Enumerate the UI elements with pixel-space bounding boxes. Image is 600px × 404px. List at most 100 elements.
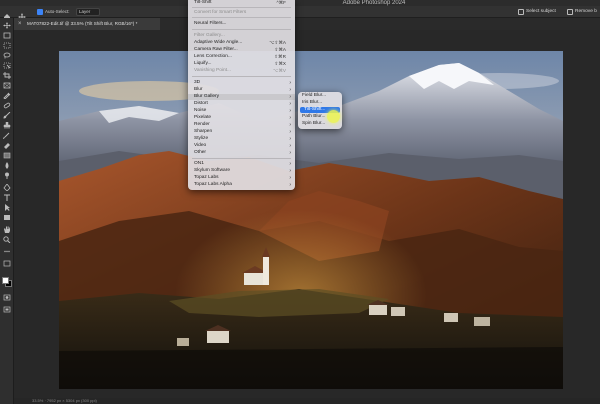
menu-item-on1[interactable]: ON1 › <box>188 161 295 167</box>
submenu-item-iris-blur[interactable]: Iris Blur... <box>298 100 342 106</box>
more-tools-icon[interactable] <box>3 248 11 255</box>
menu-item-label: Spin Blur... <box>302 121 326 126</box>
move-tool-icon[interactable] <box>18 8 26 21</box>
menu-item-neural-filters[interactable]: Neural Filters... <box>188 21 295 27</box>
menu-item-label: Tilt-Shift... <box>304 107 326 112</box>
menu-item-skylum-software[interactable]: Skylum Software › <box>188 168 295 174</box>
rectangle-tool-icon[interactable] <box>3 214 11 221</box>
eraser-tool-icon[interactable] <box>3 142 11 149</box>
menu-item-sharpen[interactable]: Sharpen › <box>188 129 295 135</box>
select-subject-label: Select subject <box>526 9 556 14</box>
crop-tool-icon[interactable] <box>3 72 11 79</box>
menu-item-label: Neural Filters... <box>194 21 227 26</box>
menu-item-topaz-labs[interactable]: Topaz Labs › <box>188 175 295 181</box>
chevron-right-icon: › <box>289 136 291 142</box>
menu-item-label: Blur <box>194 87 203 92</box>
type-tool-icon[interactable] <box>3 194 11 201</box>
menu-item-label: Lens Correction... <box>194 54 232 59</box>
menu-item-3d[interactable]: 3D › <box>188 80 295 86</box>
menu-item-label: Topaz Labs <box>194 175 219 180</box>
document-tab-title: MAT07822-Edit.tif @ 33.5% (Tilt Shift Bl… <box>27 21 138 26</box>
pen-tool-icon[interactable] <box>3 184 11 191</box>
menu-separator <box>192 7 291 8</box>
chevron-right-icon: › <box>289 80 291 86</box>
clone-stamp-tool-icon[interactable] <box>3 122 11 129</box>
menu-item-liquify[interactable]: Liquify... ⇧⌘X <box>188 61 295 67</box>
menu-item-other[interactable]: Other › <box>188 150 295 156</box>
remove-background-button[interactable]: Remove b <box>566 8 600 16</box>
menu-item-label: Filter Gallery... <box>194 33 225 38</box>
menu-item-shortcut: ⌥⌘V <box>273 68 286 73</box>
menu-item-noise[interactable]: Noise › <box>188 108 295 114</box>
chevron-right-icon: › <box>289 122 291 128</box>
menu-item-tilt-shift-last[interactable]: Tilt-Shift ^⌘F <box>188 0 295 6</box>
menu-item-camera-raw-filter[interactable]: Camera Raw Filter... ⇧⌘A <box>188 47 295 53</box>
menu-item-shortcut: ⇧⌘R <box>274 54 286 59</box>
zoom-tool-icon[interactable] <box>3 236 11 243</box>
healing-brush-tool-icon[interactable] <box>3 102 11 109</box>
menu-item-label: Topaz Labs Alpha <box>194 182 232 187</box>
menu-item-label: Liquify... <box>194 61 212 66</box>
menu-item-distort[interactable]: Distort › <box>188 101 295 107</box>
edit-toolbar-icon[interactable] <box>3 260 11 267</box>
menu-item-adaptive-wide-angle[interactable]: Adaptive Wide Angle... ⌥⇧⌘A <box>188 40 295 46</box>
close-icon[interactable]: × <box>18 18 22 30</box>
menu-item-label: Iris Blur... <box>302 100 322 105</box>
cursor-highlight <box>327 110 340 123</box>
menu-item-shortcut: ^⌘F <box>276 0 286 5</box>
menu-item-video[interactable]: Video › <box>188 143 295 149</box>
marquee-tool-icon[interactable] <box>3 42 11 49</box>
menu-item-label: Other <box>194 150 206 155</box>
menu-item-pixelate[interactable]: Pixelate › <box>188 115 295 121</box>
foreground-color-swatch[interactable] <box>2 277 9 284</box>
lasso-tool-icon[interactable] <box>3 52 11 59</box>
chevron-right-icon: › <box>289 150 291 156</box>
dodge-tool-icon[interactable] <box>3 172 11 179</box>
menu-item-label: Render <box>194 122 210 127</box>
menu-item-stylize[interactable]: Stylize › <box>188 136 295 142</box>
chevron-right-icon: › <box>289 94 291 100</box>
document-tab[interactable]: × MAT07822-Edit.tif @ 33.5% (Tilt Shift … <box>14 18 160 30</box>
blur-tool-icon[interactable] <box>3 162 11 169</box>
object-selection-tool-icon[interactable] <box>3 62 11 69</box>
document-tab-bar: × MAT07822-Edit.tif @ 33.5% (Tilt Shift … <box>14 18 600 30</box>
menu-item-shortcut: ⇧⌘A <box>274 47 286 52</box>
menu-item-label: Distort <box>194 101 208 106</box>
hand-tool-icon[interactable] <box>3 226 11 233</box>
menu-item-blur[interactable]: Blur › <box>188 87 295 93</box>
submenu-item-field-blur[interactable]: Field Blur... <box>298 93 342 99</box>
menu-item-render[interactable]: Render › <box>188 122 295 128</box>
chevron-right-icon: › <box>289 129 291 135</box>
artboard-tool-icon[interactable] <box>3 32 11 39</box>
menu-item-topaz-labs-alpha[interactable]: Topaz Labs Alpha › <box>188 182 295 188</box>
screen-mode-icon[interactable] <box>3 306 11 313</box>
menu-item-vanishing-point: Vanishing Point... ⌥⌘V <box>188 68 295 74</box>
menu-item-label: Pixelate <box>194 115 212 120</box>
menu-item-label: Convert for Smart Filters <box>194 10 247 15</box>
menu-item-label: Adaptive Wide Angle... <box>194 40 243 45</box>
select-subject-button[interactable]: Select subject <box>517 8 565 16</box>
menu-item-filter-gallery: Filter Gallery... <box>188 33 295 39</box>
filter-menu: Tilt-Shift ^⌘F Convert for Smart Filters … <box>188 0 295 190</box>
options-bar: Auto-Select: Layer Select subject Remove… <box>0 6 600 21</box>
menu-item-label: ON1 <box>194 161 204 166</box>
menu-item-lens-correction[interactable]: Lens Correction... ⇧⌘R <box>188 54 295 60</box>
menu-item-blur-gallery[interactable]: Blur Gallery › <box>188 94 295 100</box>
move-tool-icon[interactable] <box>3 22 11 29</box>
chevron-right-icon: › <box>289 168 291 174</box>
gradient-tool-icon[interactable] <box>3 152 11 159</box>
frame-tool-icon[interactable] <box>3 82 11 89</box>
menu-item-label: Field Blur... <box>302 93 326 98</box>
tools-panel <box>0 18 14 404</box>
eyedropper-tool-icon[interactable] <box>3 92 11 99</box>
quick-mask-icon[interactable] <box>3 294 11 301</box>
auto-select-checkbox[interactable] <box>37 9 43 15</box>
brush-tool-icon[interactable] <box>3 112 11 119</box>
status-bar: 33.5% · 7952 px × 5304 px (300 ppi) <box>14 398 600 404</box>
auto-select-target-dropdown[interactable]: Layer <box>76 8 100 16</box>
history-brush-tool-icon[interactable] <box>3 132 11 139</box>
chevron-right-icon: › <box>289 143 291 149</box>
chevron-right-icon: › <box>289 161 291 167</box>
home-icon[interactable] <box>3 8 11 20</box>
path-selection-tool-icon[interactable] <box>3 204 11 211</box>
